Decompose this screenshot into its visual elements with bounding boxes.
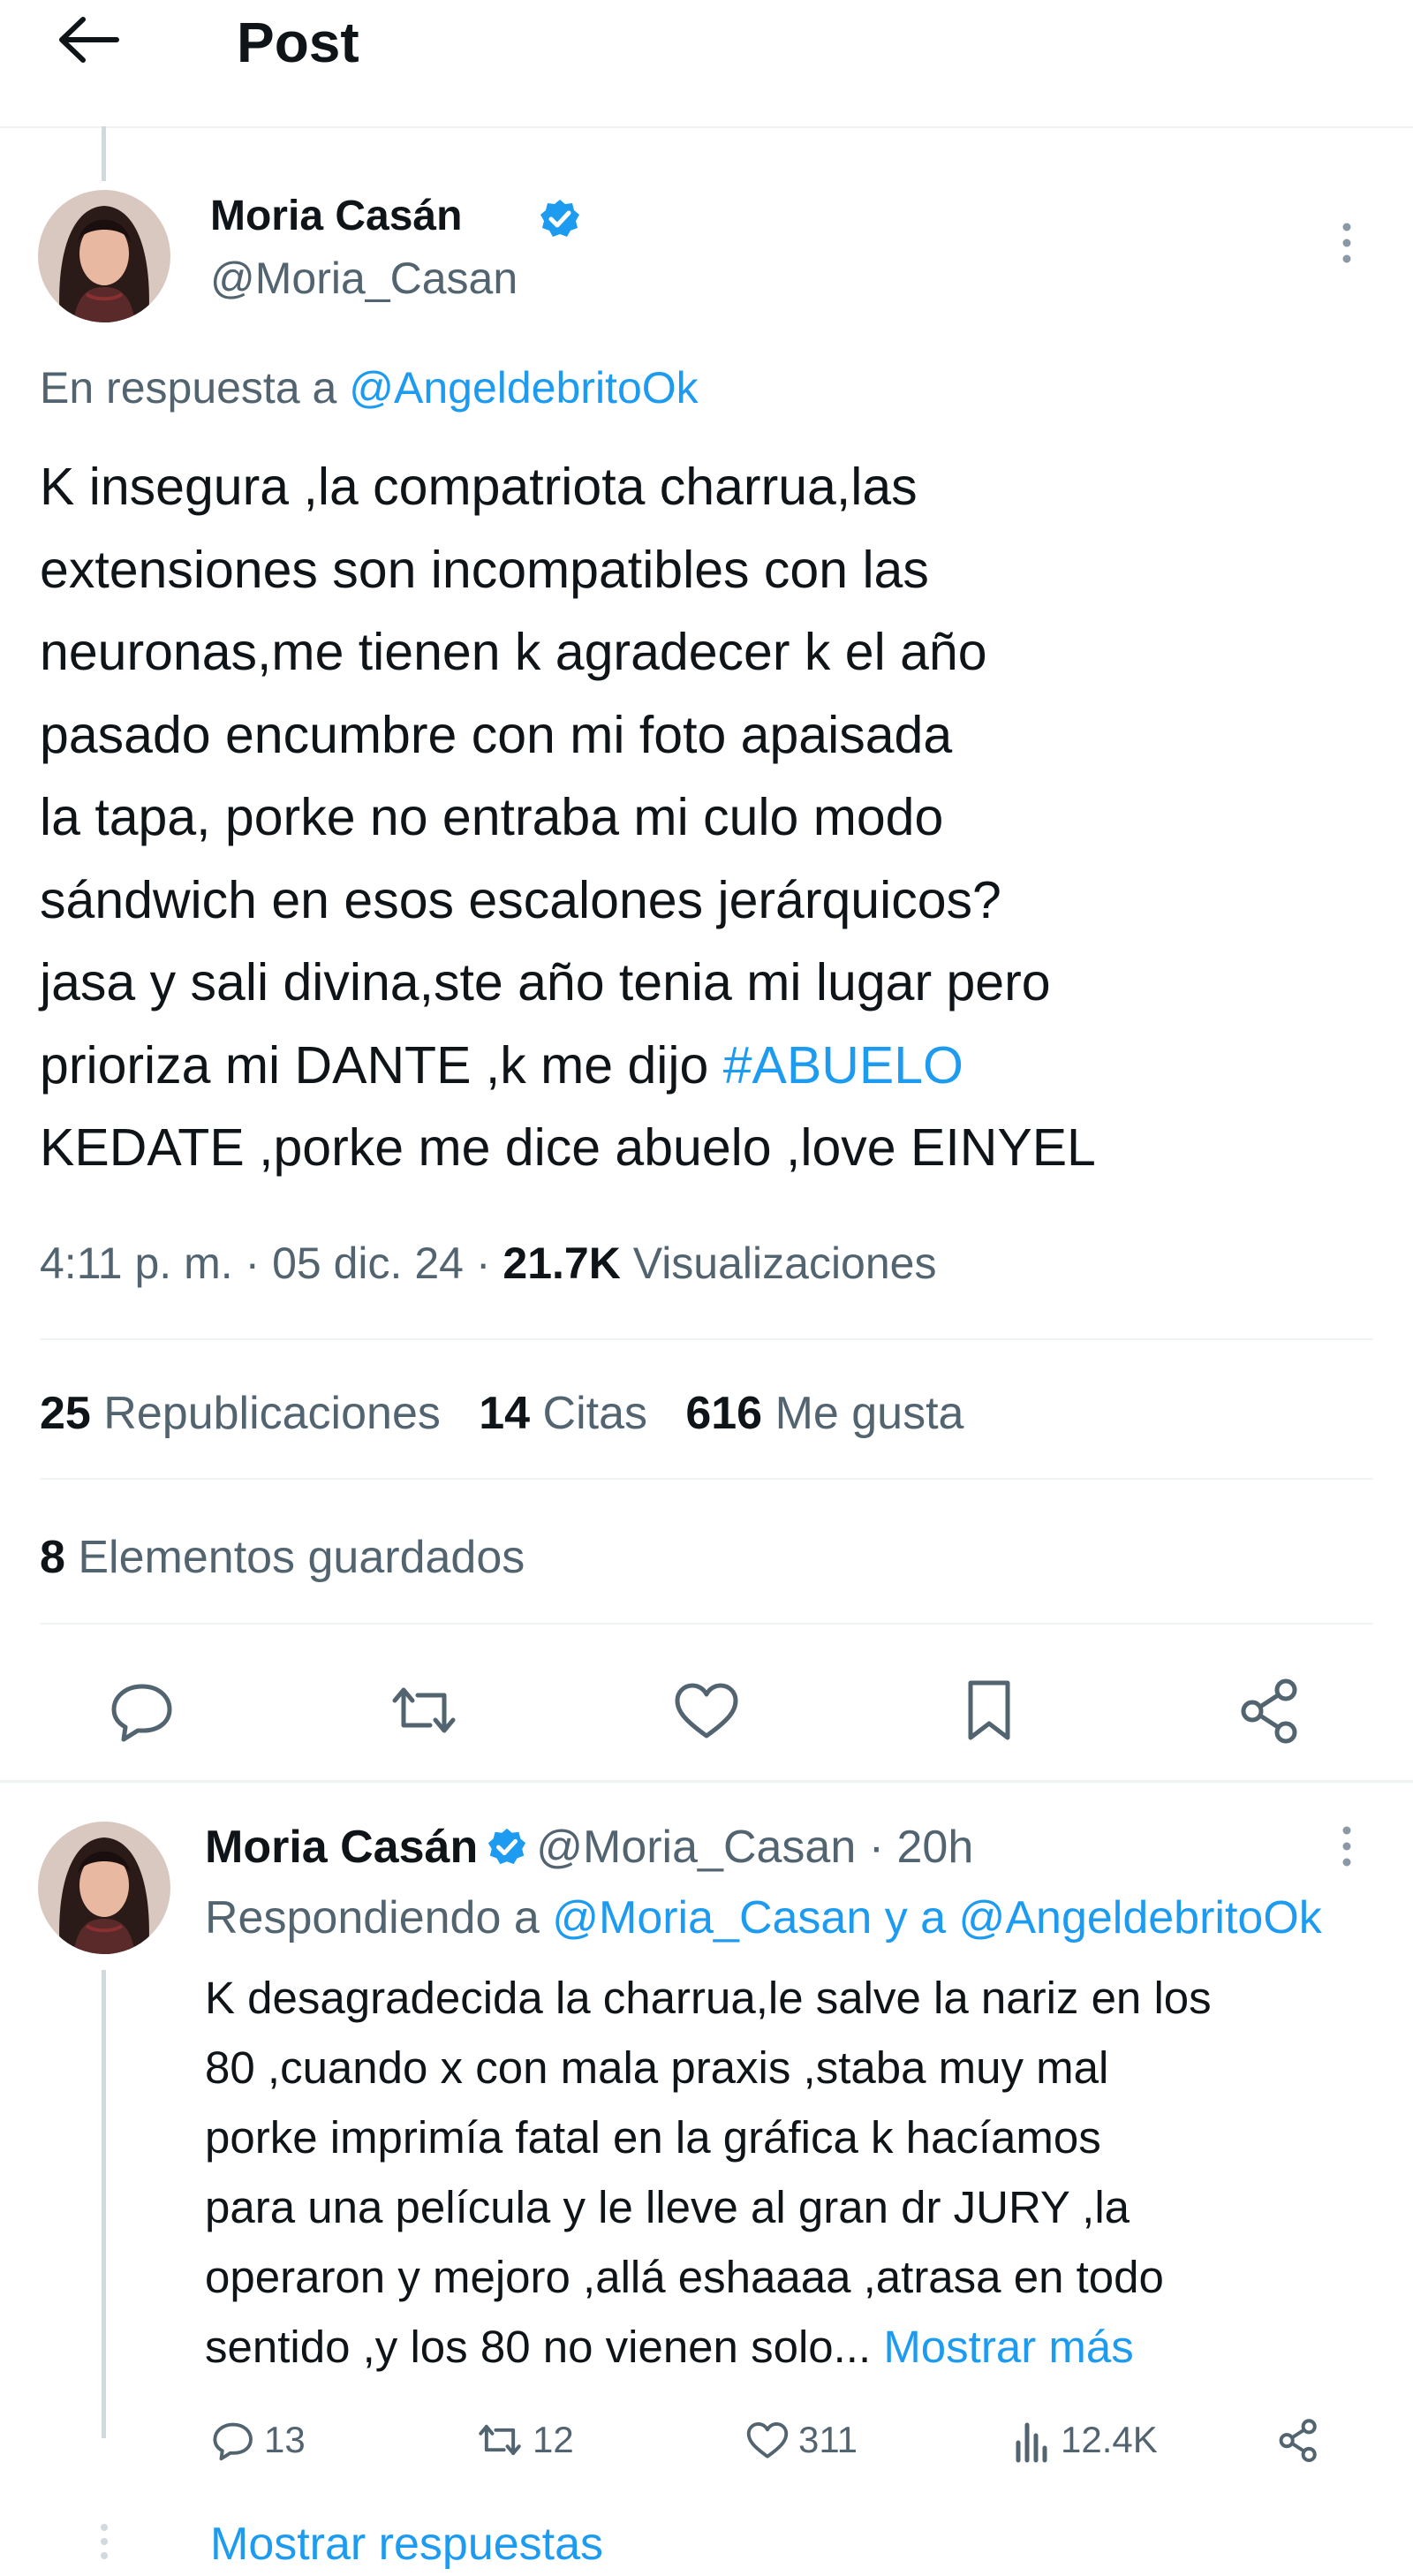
engagement-stats: 25 Republicaciones 14 Citas 616 Me gusta bbox=[40, 1383, 963, 1444]
bookmarks-count: 8 bbox=[40, 1532, 65, 1583]
divider bbox=[40, 1623, 1373, 1625]
post-text-line: neuronas,me tienen k agradecer k el año bbox=[40, 623, 987, 681]
like-button[interactable] bbox=[667, 1674, 746, 1746]
heart-icon bbox=[675, 1683, 738, 1739]
bookmarks-stat[interactable]: 8 Elementos guardados bbox=[40, 1527, 525, 1588]
divider bbox=[40, 1338, 1373, 1340]
likes-label: Me gusta bbox=[775, 1388, 964, 1439]
reply-reply-button[interactable]: 13 bbox=[208, 2416, 306, 2464]
reply-retweets-count: 12 bbox=[533, 2419, 574, 2460]
back-arrow-icon[interactable] bbox=[55, 12, 125, 67]
post-date[interactable]: 05 dic. 24 bbox=[272, 1239, 464, 1288]
avatar[interactable] bbox=[38, 1822, 170, 1954]
section-divider bbox=[0, 1780, 1413, 1783]
post-text-line: la tapa, porke no entraba mi culo modo bbox=[40, 788, 944, 846]
reposts-stat[interactable]: 25 Republicaciones bbox=[40, 1388, 441, 1439]
separator-dot: · bbox=[245, 1239, 261, 1288]
reply-icon bbox=[111, 1684, 172, 1742]
share-icon bbox=[1279, 2419, 1317, 2463]
quotes-count: 14 bbox=[479, 1388, 531, 1439]
separator-dot: · bbox=[868, 1822, 885, 1873]
bookmark-icon bbox=[968, 1680, 1010, 1740]
show-replies-link[interactable]: Mostrar respuestas bbox=[210, 2512, 603, 2576]
share-icon bbox=[1241, 1678, 1297, 1744]
reply-text-line: sentido ,y los 80 no vienen solo... Most… bbox=[205, 2312, 1388, 2382]
thread-dots-icon bbox=[100, 2522, 109, 2566]
reply-text-line: porke imprimía fatal en la gráfica k hac… bbox=[205, 2112, 1101, 2163]
author-handle[interactable]: @Moria_Casan bbox=[210, 251, 518, 306]
replying-context: Respondiendo a @Moria_Casan y a @Angelde… bbox=[205, 1886, 1413, 1950]
reply-author-name[interactable]: Moria Casán bbox=[205, 1822, 478, 1873]
reply-views-button[interactable]: 12.4K bbox=[1011, 2416, 1158, 2464]
post-text-line: K insegura ,la compatriota charrua,las bbox=[40, 458, 918, 516]
hashtag-link[interactable]: #ABUELO bbox=[723, 1036, 963, 1095]
separator-dot: · bbox=[475, 1239, 491, 1288]
reply-button[interactable] bbox=[102, 1674, 182, 1746]
post-text-line: prioriza mi DANTE ,k me dijo #ABUELO bbox=[40, 1025, 1382, 1108]
post-text-segment: prioriza mi DANTE ,k me dijo bbox=[40, 1035, 709, 1095]
quotes-stat[interactable]: 14 Citas bbox=[479, 1388, 647, 1439]
reply-text-line: para una película y le lleve al gran dr … bbox=[205, 2182, 1130, 2232]
retweet-icon bbox=[479, 2424, 521, 2456]
retweet-button[interactable] bbox=[384, 1674, 464, 1746]
replying-handle-link[interactable]: @Moria_Casan bbox=[552, 1892, 872, 1943]
reply-retweet-button[interactable]: 12 bbox=[472, 2416, 574, 2464]
post-text-line: KEDATE ,porke me dice abuelo ,love EINYE… bbox=[40, 1118, 1096, 1177]
reposts-label: Republicaciones bbox=[103, 1388, 441, 1439]
post-text-line: pasado encumbre con mi foto apaisada bbox=[40, 705, 953, 764]
thread-line bbox=[102, 1970, 106, 2438]
reply-share-button[interactable] bbox=[1272, 2416, 1332, 2464]
verified-badge-icon bbox=[487, 1827, 527, 1868]
replying-and: y a bbox=[884, 1892, 947, 1943]
reply-like-button[interactable]: 311 bbox=[742, 2416, 858, 2464]
replying-prefix: Respondiendo a bbox=[205, 1892, 540, 1943]
reply-text-line: K desagradecida la charrua,le salve la n… bbox=[205, 1973, 1212, 2023]
reply-replies-count: 13 bbox=[264, 2419, 306, 2460]
reposts-count: 25 bbox=[40, 1388, 91, 1439]
more-options-icon[interactable] bbox=[1329, 1820, 1364, 1873]
more-options-icon[interactable] bbox=[1329, 216, 1364, 269]
verified-badge-icon bbox=[539, 198, 581, 240]
reply-time[interactable]: 20h bbox=[897, 1822, 974, 1873]
reply-header: Moria Casán @Moria_Casan · 20h bbox=[205, 1815, 973, 1879]
reply-author-handle[interactable]: @Moria_Casan bbox=[536, 1822, 856, 1873]
reply-context: En respuesta a @AngeldebritoOk bbox=[40, 358, 699, 418]
reply-context-prefix: En respuesta a bbox=[40, 363, 337, 413]
bookmarks-label: Elementos guardados bbox=[78, 1532, 525, 1583]
retweet-icon bbox=[392, 1687, 456, 1733]
quotes-label: Citas bbox=[542, 1388, 647, 1439]
reply-to-handle-link[interactable]: @AngeldebritoOk bbox=[349, 363, 698, 413]
avatar[interactable] bbox=[38, 190, 170, 322]
top-bar: Post bbox=[0, 0, 1413, 126]
post-time[interactable]: 4:11 p. m. bbox=[40, 1239, 233, 1288]
post-text: K insegura ,la compatriota charrua,las e… bbox=[40, 446, 1382, 1190]
views-label: Visualizaciones bbox=[632, 1239, 937, 1288]
post-text-line: extensiones son incompatibles con las bbox=[40, 540, 929, 599]
reply-views-count: 12.4K bbox=[1061, 2419, 1158, 2460]
reply-text-line: operaron y mejoro ,allá eshaaaa ,atrasa … bbox=[205, 2252, 1164, 2302]
divider bbox=[40, 1478, 1373, 1480]
post-text-line: jasa y sali divina,ste año tenia mi luga… bbox=[40, 953, 1051, 1011]
show-more-link[interactable]: Mostrar más bbox=[883, 2322, 1133, 2372]
views-count: 21.7K bbox=[502, 1239, 621, 1288]
post-metadata: 4:11 p. m. · 05 dic. 24 · 21.7K Visualiz… bbox=[40, 1232, 936, 1294]
reply-text: K desagradecida la charrua,le salve la n… bbox=[205, 1963, 1388, 2382]
bookmark-button[interactable] bbox=[949, 1674, 1029, 1746]
reply-text-line: 80 ,cuando x con mala praxis ,staba muy … bbox=[205, 2042, 1109, 2093]
post-text-line: sándwich en esos escalones jerárquicos? bbox=[40, 870, 1001, 929]
reply-text-segment: sentido ,y los 80 no vienen solo... bbox=[205, 2322, 872, 2372]
author-name[interactable]: Moria Casán bbox=[210, 189, 462, 244]
reply-icon bbox=[213, 2422, 253, 2461]
share-button[interactable] bbox=[1231, 1674, 1311, 1746]
reply-likes-count: 311 bbox=[798, 2419, 858, 2460]
likes-count: 616 bbox=[685, 1388, 763, 1439]
replying-handle-link[interactable]: @AngeldebritoOk bbox=[959, 1892, 1322, 1943]
page-title: Post bbox=[237, 11, 359, 74]
heart-icon bbox=[746, 2422, 789, 2459]
thread-line bbox=[102, 126, 106, 181]
header-divider bbox=[0, 126, 1413, 128]
analytics-icon bbox=[1016, 2422, 1047, 2463]
likes-stat[interactable]: 616 Me gusta bbox=[685, 1388, 963, 1439]
